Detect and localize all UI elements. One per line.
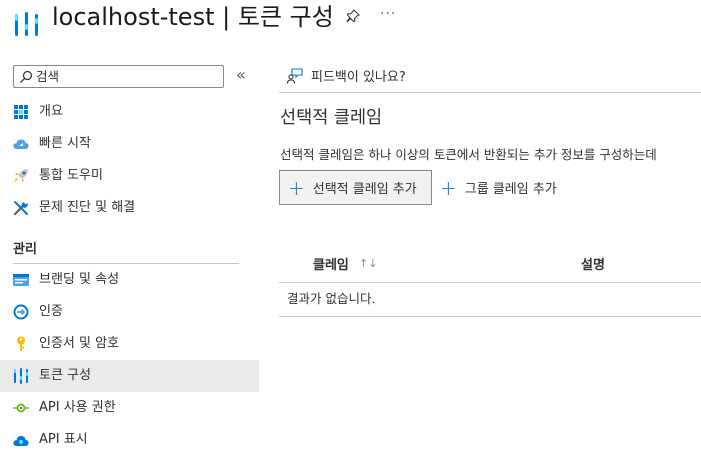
authentication-icon	[13, 304, 29, 320]
sidebar-item-token-configuration[interactable]: 토큰 구성	[0, 360, 259, 392]
feedback-label: 피드백이 있나요?	[311, 70, 406, 85]
sidebar-item-certificates-secrets[interactable]: 인증서 및 암호	[0, 328, 259, 360]
collapse-sidebar-icon[interactable]: «	[236, 65, 246, 84]
feedback-person-icon	[287, 67, 303, 84]
sidebar: « 개요 빠른 시작 통합 도우	[0, 60, 259, 456]
sidebar-item-diagnose-solve[interactable]: 문제 진단 및 해결	[0, 192, 259, 224]
button-label: 선택적 클레임 추가	[312, 182, 417, 197]
sidebar-item-branding[interactable]: 브랜딩 및 속성	[0, 264, 259, 296]
plus-icon: +	[288, 175, 305, 200]
sidebar-item-authentication[interactable]: 인증	[0, 296, 259, 328]
wrench-icon	[13, 200, 29, 216]
feedback-link[interactable]: 피드백이 있나요?	[287, 66, 406, 85]
add-optional-claim-button[interactable]: + 선택적 클레임 추가	[279, 170, 432, 205]
cloud-quickstart-icon	[13, 136, 29, 152]
sidebar-item-overview[interactable]: 개요	[0, 96, 259, 128]
overview-grid-icon	[13, 104, 29, 120]
column-header-claim[interactable]: 클레임	[313, 254, 349, 273]
sidebar-item-label: 브랜딩 및 속성	[39, 272, 120, 287]
empty-table-message: 결과가 없습니다.	[287, 291, 376, 306]
token-bars-icon	[13, 368, 29, 384]
main-content: 피드백이 있나요? 선택적 클레임 선택적 클레임은 하나 이상의 토큰에서 반…	[279, 60, 701, 456]
divider	[279, 92, 701, 93]
sidebar-item-label: 인증서 및 암호	[39, 336, 120, 351]
plus-icon: +	[440, 175, 457, 200]
sidebar-item-label: 토큰 구성	[39, 368, 91, 383]
expose-api-cloud-icon	[13, 432, 29, 448]
search-icon	[20, 70, 33, 83]
section-title-optional-claims: 선택적 클레임	[280, 108, 383, 128]
sidebar-item-integration-assistant[interactable]: 통합 도우미	[0, 160, 259, 192]
key-icon	[13, 336, 29, 352]
page-header: localhost-test | 토큰 구성 ···	[0, 0, 701, 48]
sidebar-item-expose-api[interactable]: API 표시	[0, 424, 259, 456]
branding-icon	[13, 272, 29, 288]
sidebar-item-api-permissions[interactable]: API 사용 권한	[0, 392, 259, 424]
sidebar-item-label: 인증	[39, 304, 63, 319]
pin-icon[interactable]	[346, 9, 360, 27]
api-permissions-icon	[13, 400, 29, 416]
section-description: 선택적 클레임은 하나 이상의 토큰에서 반환되는 추가 정보를 구성하는데	[280, 147, 657, 162]
rocket-icon	[13, 168, 29, 184]
column-header-description[interactable]: 설명	[581, 254, 605, 273]
sidebar-item-label: 개요	[39, 104, 63, 119]
sidebar-item-label: 문제 진단 및 해결	[39, 200, 136, 215]
button-label: 그룹 클레임 추가	[464, 182, 557, 197]
add-groups-claim-button[interactable]: + 그룹 클레임 추가	[436, 170, 557, 205]
more-options-icon[interactable]: ···	[380, 6, 396, 22]
search-box[interactable]	[13, 65, 224, 88]
sort-icon[interactable]: ↑↓	[359, 257, 377, 270]
search-input[interactable]	[36, 67, 216, 86]
page-title: localhost-test | 토큰 구성	[52, 3, 334, 31]
sidebar-item-label: 통합 도우미	[39, 168, 103, 183]
sidebar-item-quickstart[interactable]: 빠른 시작	[0, 128, 259, 160]
sidebar-item-label: API 사용 권한	[39, 400, 116, 415]
sidebar-item-label: API 표시	[39, 432, 88, 447]
section-heading-manage: 관리	[13, 242, 37, 257]
table-header-divider	[279, 282, 701, 283]
token-configuration-logo-icon	[15, 12, 38, 36]
sidebar-item-label: 빠른 시작	[39, 136, 91, 151]
table-bottom-divider	[279, 316, 701, 317]
